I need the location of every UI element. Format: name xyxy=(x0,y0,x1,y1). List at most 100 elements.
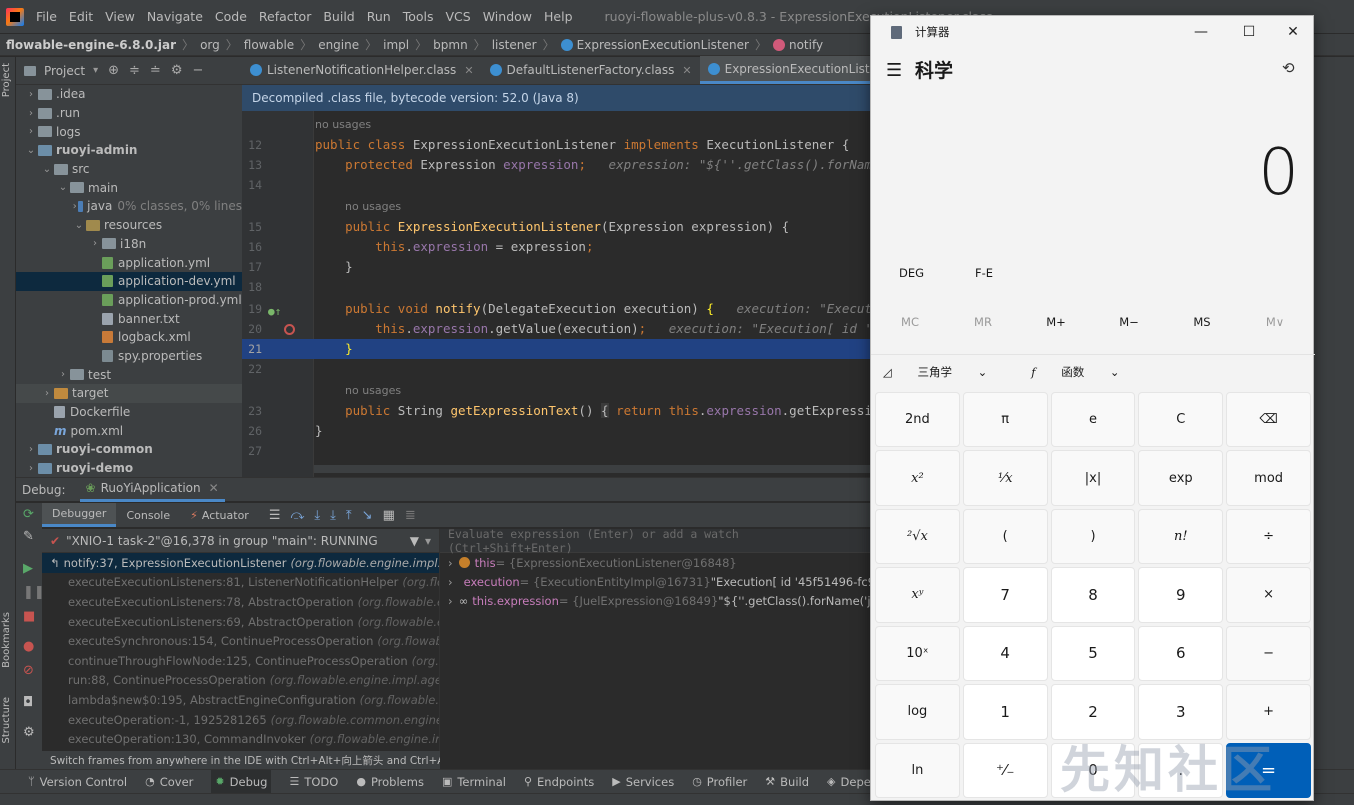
camera-icon[interactable]: ◘ xyxy=(23,695,33,710)
close-icon[interactable]: ✕ xyxy=(682,64,691,77)
debug-session-tab[interactable]: ❀ RuoYiApplication ✕ xyxy=(79,478,225,502)
negate-button[interactable]: ⁺⁄₋ xyxy=(962,742,1048,798)
tree-item[interactable]: application-dev.yml xyxy=(16,271,242,291)
code-editor[interactable]: no usages 12 public class ExpressionExecu… xyxy=(242,111,870,477)
breadcrumb-item[interactable]: bpmn xyxy=(433,38,468,52)
locate-icon[interactable]: ⊕ xyxy=(108,63,119,78)
structure-tool-button[interactable]: Structure xyxy=(1,697,12,744)
chevron-right-icon[interactable]: › xyxy=(448,556,453,570)
factorial-button[interactable]: n! xyxy=(1138,508,1224,565)
memory-add-button[interactable]: M+ xyxy=(1026,315,1086,329)
digit-6-button[interactable]: 6 xyxy=(1138,625,1224,682)
bookmarks-tool-button[interactable]: Bookmarks xyxy=(1,612,12,668)
chevron-right-icon[interactable]: › xyxy=(24,126,38,137)
evaluate-expression-input[interactable]: Evaluate expression (Enter) or add a wat… xyxy=(440,529,870,555)
mute-breakpoints-icon[interactable]: ⊘ xyxy=(23,663,34,678)
exp-button[interactable]: exp xyxy=(1138,450,1224,506)
absolute-button[interactable]: |x| xyxy=(1050,450,1136,506)
menu-edit[interactable]: Edit xyxy=(69,9,93,24)
chevron-right-icon[interactable]: › xyxy=(24,89,38,100)
mod-button[interactable]: mod xyxy=(1226,450,1311,506)
second-button[interactable]: 2nd xyxy=(875,392,960,448)
menu-run[interactable]: Run xyxy=(367,9,391,24)
menu-icon[interactable]: ☰ xyxy=(269,508,281,523)
e-button[interactable]: e xyxy=(1050,392,1136,448)
stack-frame[interactable]: executeExecutionListeners:69, AbstractOp… xyxy=(42,612,439,632)
force-step-into-icon[interactable]: ⤓ xyxy=(330,508,336,523)
stack-frame[interactable]: executeSynchronous:154, ContinueProcessO… xyxy=(42,631,439,651)
tool-endpoints[interactable]: ⚲ Endpoints xyxy=(524,775,594,789)
stack-frame[interactable]: executeOperation:-1, 1925281265 (org.flow… xyxy=(42,710,439,730)
digit-8-button[interactable]: 8 xyxy=(1050,567,1136,623)
thread-selector[interactable]: ✔ "XNIO-1 task-2"@16,378 in group "main"… xyxy=(42,529,439,553)
chevron-right-icon[interactable]: › xyxy=(448,594,453,608)
stack-frame[interactable]: continueThroughFlowNode:125, ContinuePro… xyxy=(42,651,439,671)
settings-icon[interactable]: ✎ xyxy=(23,529,34,544)
close-button[interactable]: ✕ xyxy=(1273,20,1313,44)
tree-item[interactable]: › test xyxy=(16,365,242,384)
chevron-right-icon[interactable]: › xyxy=(448,575,453,589)
close-icon[interactable]: ✕ xyxy=(209,481,219,495)
breadcrumb-item[interactable]: flowable xyxy=(244,38,294,52)
angle-unit-button[interactable]: DEG xyxy=(899,266,924,280)
pi-button[interactable]: π xyxy=(962,392,1048,448)
multiply-button[interactable]: × xyxy=(1226,567,1311,623)
chevron-right-icon[interactable]: › xyxy=(56,369,70,380)
chevron-right-icon[interactable]: › xyxy=(24,444,38,455)
chevron-down-icon[interactable]: ▾ xyxy=(425,534,431,548)
hide-icon[interactable]: − xyxy=(192,63,203,78)
gear-icon[interactable]: ⚙ xyxy=(23,725,35,740)
gear-icon[interactable]: ⚙ xyxy=(171,63,183,78)
power-button[interactable]: xʸ xyxy=(875,567,960,623)
menu-help[interactable]: Help xyxy=(544,9,573,24)
menu-build[interactable]: Build xyxy=(323,9,354,24)
tab-listener-notification-helper[interactable]: ListenerNotificationHelper.class ✕ xyxy=(242,56,482,84)
tab-actuator[interactable]: ⚡ Actuator xyxy=(180,503,259,527)
digit-9-button[interactable]: 9 xyxy=(1138,567,1224,623)
menu-refactor[interactable]: Refactor xyxy=(259,9,311,24)
tool-profiler[interactable]: ◷ Profiler xyxy=(692,775,747,789)
tree-item[interactable]: application-prod.yml xyxy=(16,291,242,310)
tree-item[interactable]: ⌄ resources xyxy=(16,216,242,235)
filter-icon[interactable]: ▼ xyxy=(410,534,419,548)
backspace-button[interactable]: ⌫ xyxy=(1226,392,1311,448)
expand-all-icon[interactable]: ≑ xyxy=(129,63,140,78)
tree-item[interactable]: › .run xyxy=(16,104,242,123)
minus-button[interactable]: − xyxy=(1226,625,1311,682)
tree-item[interactable]: banner.txt xyxy=(16,309,242,328)
tree-item[interactable]: › ruoyi-common xyxy=(16,440,242,459)
run-to-cursor-icon[interactable]: ↘ xyxy=(362,508,373,523)
memory-list-button[interactable]: M∨ xyxy=(1245,315,1305,329)
tree-item[interactable]: m pom.xml xyxy=(16,421,242,440)
step-over-icon[interactable]: ⤼ xyxy=(291,508,305,523)
memory-recall-button[interactable]: MR xyxy=(953,315,1013,329)
chevron-down-icon[interactable]: ⌄ xyxy=(40,164,54,175)
stack-frame[interactable]: lambda$new$0:195, AbstractEngineConfigur… xyxy=(42,690,439,710)
tree-item[interactable]: › target xyxy=(16,384,242,403)
breadcrumb-item[interactable]: impl xyxy=(383,38,409,52)
tab-debugger[interactable]: Debugger xyxy=(42,503,117,527)
tool-todo[interactable]: ☰ TODO xyxy=(289,775,338,789)
menu-window[interactable]: Window xyxy=(483,9,532,24)
breakpoint-icon[interactable] xyxy=(284,324,295,335)
tool-version-control[interactable]: ᛘ Version Control xyxy=(28,775,127,789)
close-icon[interactable]: ✕ xyxy=(464,64,473,77)
chevron-down-icon[interactable]: ⌄ xyxy=(56,182,70,193)
tree-item[interactable]: › ruoyi-demo xyxy=(16,459,242,478)
chevron-down-icon[interactable]: ▾ xyxy=(93,65,98,76)
stack-frame[interactable]: executeExecutionListeners:81, ListenerNo… xyxy=(42,573,439,593)
trace-icon[interactable]: ≣ xyxy=(405,508,416,523)
rerun-icon[interactable]: ⟳ xyxy=(23,507,34,522)
stop-icon[interactable]: ■ xyxy=(23,609,35,624)
tree-item[interactable]: ⌄ main xyxy=(16,178,242,197)
breadcrumb-item[interactable]: listener xyxy=(492,38,537,52)
function-dropdown[interactable]: f 函数 ⌄ xyxy=(1031,364,1141,380)
tree-item[interactable]: › i18n xyxy=(16,235,242,254)
digit-1-button[interactable]: 1 xyxy=(962,684,1048,740)
hamburger-menu-icon[interactable]: ☰ xyxy=(886,60,902,81)
breadcrumb-jar[interactable]: flowable-engine-6.8.0.jar xyxy=(6,38,176,52)
tab-console[interactable]: Console xyxy=(116,503,180,527)
menu-navigate[interactable]: Navigate xyxy=(147,9,203,24)
breadcrumb-item[interactable]: org xyxy=(200,38,220,52)
chevron-right-icon[interactable]: › xyxy=(88,238,102,249)
